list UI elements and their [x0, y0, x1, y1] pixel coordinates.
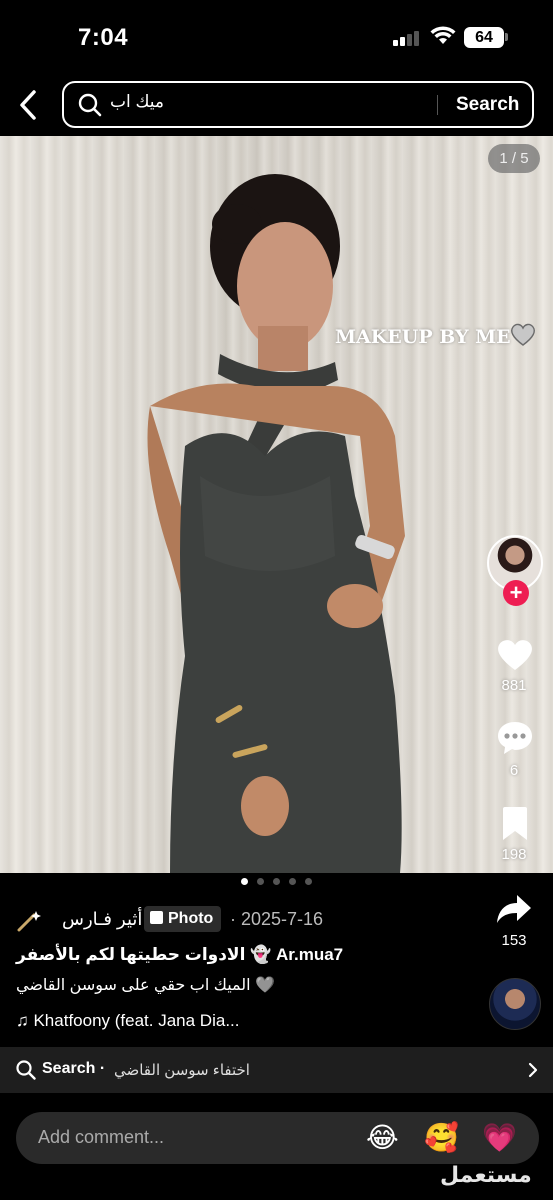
post-description: الميك اب حقي على سوسن القاضي 🩶 — [16, 977, 275, 994]
signal-icon — [393, 30, 421, 46]
back-icon[interactable] — [14, 88, 44, 122]
post-photo[interactable] — [0, 136, 553, 873]
share-icon[interactable] — [496, 893, 532, 925]
music-track[interactable]: ♫ Khatfoony (feat. Jana Dia... — [16, 1011, 239, 1031]
related-search-label: Search · — [42, 1060, 106, 1077]
search-input[interactable]: ميك اب Search — [62, 81, 534, 128]
post-meta: أثير فـارس Photo · 2025-7-16 — [16, 906, 356, 934]
search-icon — [16, 1060, 36, 1080]
photo-badge-label: Photo — [168, 910, 214, 927]
bookmark-icon[interactable] — [499, 806, 531, 842]
photo-badge: Photo — [144, 906, 222, 932]
grey-heart-icon — [511, 323, 535, 346]
related-search-bar[interactable]: Search · اختفاء سوسن القاضي — [0, 1047, 553, 1093]
comment-count: 6 — [509, 762, 519, 779]
emoji-laugh-button[interactable]: 😂 — [366, 1120, 399, 1156]
save-count: 198 — [501, 846, 527, 863]
status-time: 7:04 — [78, 24, 129, 51]
wifi-icon — [430, 26, 456, 44]
search-query[interactable]: ميك اب — [110, 92, 164, 112]
comment-placeholder: Add comment... — [38, 1127, 165, 1147]
share-count: 153 — [501, 932, 527, 949]
watermark-logo: مستعمل — [440, 1162, 532, 1187]
emoji-heart-button[interactable]: 💗 — [482, 1120, 517, 1156]
model-figure — [147, 174, 405, 873]
comment-icon[interactable] — [496, 720, 534, 756]
search-button[interactable]: Search — [456, 94, 519, 116]
wand-icon — [17, 911, 41, 932]
status-bar: 7:04 64 — [0, 0, 553, 75]
related-search-term: اختفاء سوسن القاضي — [114, 1062, 250, 1079]
chevron-right-icon — [528, 1062, 538, 1078]
emoji-love-button[interactable]: 🥰 — [424, 1120, 459, 1156]
battery-icon: 64 — [464, 27, 504, 48]
author-name[interactable]: أثير فـارس — [62, 909, 142, 930]
overlay-caption: MAKEUP BY ME — [335, 326, 511, 348]
photo-mode-icon — [150, 911, 163, 924]
post-date: · 2025-7-16 — [230, 909, 324, 929]
follow-button[interactable]: + — [503, 580, 529, 606]
battery-tip — [505, 33, 508, 41]
search-icon — [78, 93, 102, 117]
like-count: 881 — [501, 677, 527, 694]
heart-icon[interactable] — [495, 636, 535, 672]
search-divider — [437, 95, 438, 115]
page-counter: 1 / 5 — [488, 144, 540, 173]
post-title: الادوات حطيتها لكم بالأصفر 👻 Ar.mua7 — [16, 945, 344, 964]
comment-input[interactable]: Add comment... 😂 🥰 💗 — [16, 1112, 539, 1164]
music-disc-avatar[interactable] — [489, 978, 541, 1030]
